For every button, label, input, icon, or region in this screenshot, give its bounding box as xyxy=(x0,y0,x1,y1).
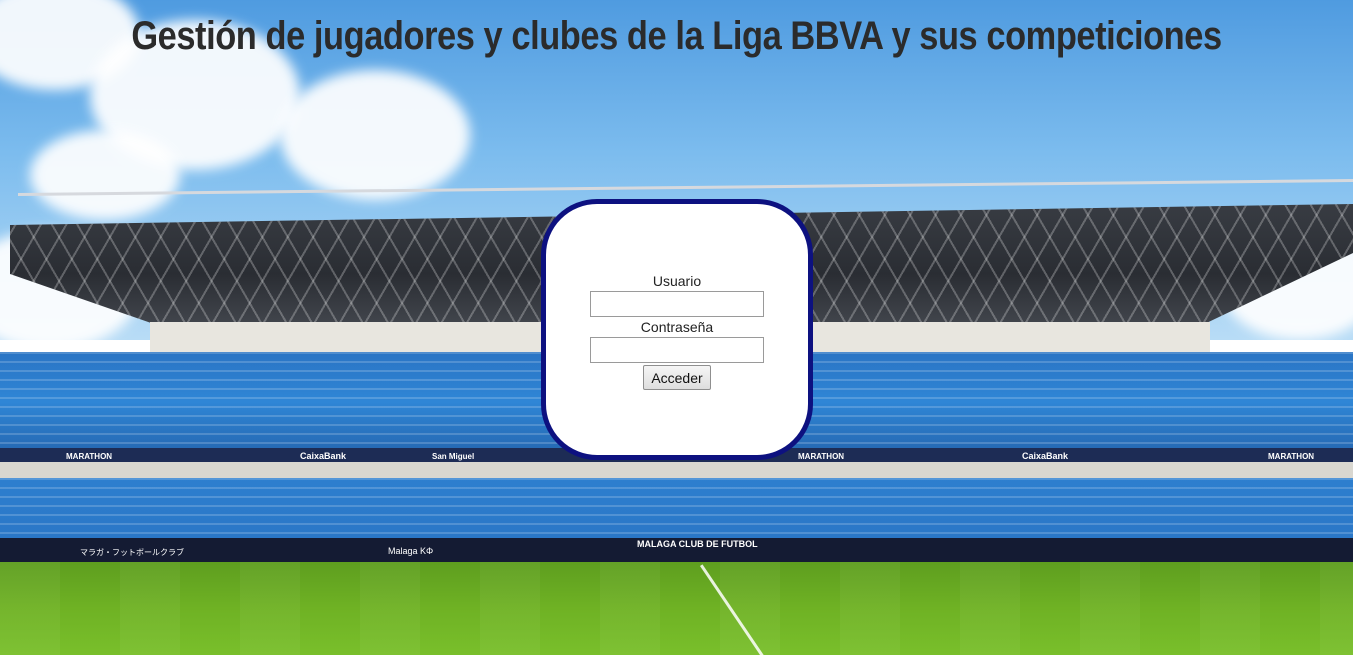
lower-stand xyxy=(0,478,1353,544)
login-panel: Usuario Contraseña Acceder xyxy=(541,199,813,460)
password-input[interactable] xyxy=(590,337,764,363)
ad-caixabank: CaixaBank xyxy=(300,451,347,461)
username-label: Usuario xyxy=(652,273,702,289)
ad-malaga-club: MALAGA CLUB DE FUTBOL xyxy=(637,539,758,549)
ad-malaga-kf: Malaga KΦ xyxy=(388,546,434,556)
ad-marathon: MARATHON xyxy=(798,452,845,461)
cloud xyxy=(280,70,470,200)
password-label: Contraseña xyxy=(640,319,714,335)
ad-japanese: マラガ・フットボールクラブ xyxy=(80,548,184,557)
login-form: Usuario Contraseña Acceder xyxy=(546,273,808,390)
username-input[interactable] xyxy=(590,291,764,317)
football-pitch xyxy=(0,562,1353,655)
ad-marathon: MARATHON xyxy=(66,452,113,461)
ad-marathon: MARATHON xyxy=(1268,452,1315,461)
page-title: Gestión de jugadores y clubes de la Liga… xyxy=(131,14,1222,58)
ad-banner-lower: マラガ・フットボールクラブ Malaga KΦ MALAGA CLUB DE F… xyxy=(0,538,1353,564)
login-submit-button[interactable]: Acceder xyxy=(643,365,711,390)
ad-sanmiguel: San Miguel xyxy=(432,452,475,461)
ad-caixabank: CaixaBank xyxy=(1022,451,1069,461)
